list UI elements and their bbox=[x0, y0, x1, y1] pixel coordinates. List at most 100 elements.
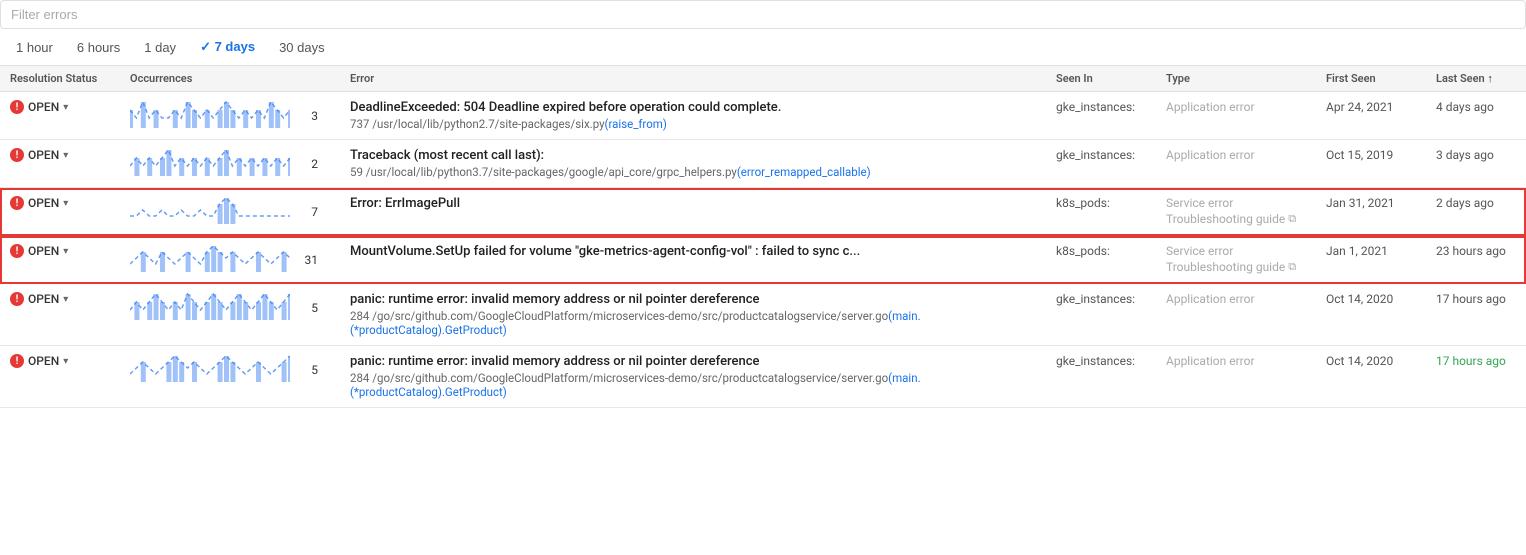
sparkline bbox=[130, 244, 290, 275]
error-title[interactable]: Error: ErrImagePull bbox=[350, 196, 1036, 211]
table-header-row: Resolution Status Occurrences Error Seen… bbox=[0, 66, 1526, 92]
type-cell: Application error bbox=[1156, 284, 1316, 346]
last-seen-value: 3 days ago bbox=[1436, 148, 1494, 162]
occurrence-count: 2 bbox=[298, 157, 318, 171]
chevron-down-icon[interactable]: ▾ bbox=[63, 356, 68, 367]
occurrence-count: 7 bbox=[298, 205, 318, 219]
header-first-seen: First Seen bbox=[1316, 66, 1426, 92]
header-last-seen[interactable]: Last Seen bbox=[1426, 66, 1526, 92]
first-seen-cell: Oct 15, 2019 bbox=[1316, 140, 1426, 188]
type-label: Application error bbox=[1166, 292, 1306, 306]
first-seen-cell: Oct 14, 2020 bbox=[1316, 284, 1426, 346]
chevron-down-icon[interactable]: ▾ bbox=[63, 246, 68, 257]
table-row[interactable]: ! OPEN ▾ 3 DeadlineExceeded: 504 Deadlin… bbox=[0, 92, 1526, 140]
status-cell: ! OPEN ▾ bbox=[0, 140, 120, 188]
status-cell: ! OPEN ▾ bbox=[0, 346, 120, 408]
error-title[interactable]: panic: runtime error: invalid memory add… bbox=[350, 292, 1036, 307]
time-1hour[interactable]: 1 hour bbox=[12, 38, 57, 57]
occurrences-cell: 7 bbox=[120, 188, 340, 236]
error-subtitle: 59 /usr/local/lib/python3.7/site-package… bbox=[350, 165, 1036, 179]
chevron-down-icon[interactable]: ▾ bbox=[63, 294, 68, 305]
time-7days[interactable]: 7 days bbox=[196, 37, 259, 57]
seen-in-value: gke_instances: bbox=[1056, 354, 1135, 368]
seen-in-cell: k8s_pods: bbox=[1046, 236, 1156, 284]
seen-in-cell: k8s_pods: bbox=[1046, 188, 1156, 236]
error-subtitle: 737 /usr/local/lib/python2.7/site-packag… bbox=[350, 117, 1036, 131]
sparkline bbox=[130, 100, 290, 131]
first-seen-value: Oct 14, 2020 bbox=[1326, 354, 1393, 368]
error-cell: panic: runtime error: invalid memory add… bbox=[340, 346, 1046, 408]
table-row[interactable]: ! OPEN ▾ 5 panic: runtime error: invalid… bbox=[0, 284, 1526, 346]
type-label: Service error bbox=[1166, 196, 1306, 210]
time-30days[interactable]: 30 days bbox=[275, 38, 329, 57]
error-subtitle: 284 /go/src/github.com/GoogleCloudPlatfo… bbox=[350, 371, 1036, 399]
seen-in-cell: gke_instances: bbox=[1046, 92, 1156, 140]
occurrences-cell: 3 bbox=[120, 92, 340, 140]
status-cell: ! OPEN ▾ bbox=[0, 188, 120, 236]
last-seen-cell: 3 days ago bbox=[1426, 140, 1526, 188]
error-icon: ! bbox=[10, 100, 24, 114]
type-label: Application error bbox=[1166, 354, 1306, 368]
error-cell: Error: ErrImagePull bbox=[340, 188, 1046, 236]
status-label: OPEN bbox=[28, 196, 59, 210]
occurrence-count: 5 bbox=[298, 363, 318, 377]
seen-in-value: gke_instances: bbox=[1056, 292, 1135, 306]
occurrences-cell: 5 bbox=[120, 284, 340, 346]
seen-in-cell: gke_instances: bbox=[1046, 140, 1156, 188]
type-label: Application error bbox=[1166, 100, 1306, 114]
last-seen-value: 17 hours ago bbox=[1436, 354, 1506, 368]
filter-bar bbox=[0, 0, 1526, 29]
error-title[interactable]: DeadlineExceeded: 504 Deadline expired b… bbox=[350, 100, 1036, 115]
error-cell: DeadlineExceeded: 504 Deadline expired b… bbox=[340, 92, 1046, 140]
last-seen-cell: 23 hours ago bbox=[1426, 236, 1526, 284]
first-seen-cell: Apr 24, 2021 bbox=[1316, 92, 1426, 140]
chevron-down-icon[interactable]: ▾ bbox=[63, 102, 68, 113]
first-seen-cell: Jan 31, 2021 bbox=[1316, 188, 1426, 236]
sparkline bbox=[130, 148, 290, 179]
occurrence-count: 5 bbox=[298, 301, 318, 315]
error-title[interactable]: MountVolume.SetUp failed for volume "gke… bbox=[350, 244, 1036, 259]
type-cell: Application error bbox=[1156, 140, 1316, 188]
error-title[interactable]: Traceback (most recent call last): bbox=[350, 148, 1036, 163]
last-seen-value: 4 days ago bbox=[1436, 100, 1494, 114]
error-highlight: (error_remapped_callable) bbox=[737, 165, 871, 179]
chevron-down-icon[interactable]: ▾ bbox=[63, 198, 68, 209]
seen-in-value: gke_instances: bbox=[1056, 148, 1135, 162]
table-row[interactable]: ! OPEN ▾ 5 panic: runtime error: invalid… bbox=[0, 346, 1526, 408]
external-link-icon: ⧉ bbox=[1288, 260, 1296, 274]
type-cell: Application error bbox=[1156, 346, 1316, 408]
occurrence-count: 3 bbox=[298, 109, 318, 123]
chevron-down-icon[interactable]: ▾ bbox=[63, 150, 68, 161]
seen-in-value: gke_instances: bbox=[1056, 100, 1135, 114]
table-row[interactable]: ! OPEN ▾ 31 MountVolume.SetUp failed for… bbox=[0, 236, 1526, 284]
header-error: Error bbox=[340, 66, 1046, 92]
last-seen-value: 2 days ago bbox=[1436, 196, 1494, 210]
time-6hours[interactable]: 6 hours bbox=[73, 38, 124, 57]
status-cell: ! OPEN ▾ bbox=[0, 236, 120, 284]
type-label: Application error bbox=[1166, 148, 1306, 162]
status-cell: ! OPEN ▾ bbox=[0, 284, 120, 346]
first-seen-value: Oct 14, 2020 bbox=[1326, 292, 1393, 306]
seen-in-cell: gke_instances: bbox=[1046, 284, 1156, 346]
last-seen-cell: 2 days ago bbox=[1426, 188, 1526, 236]
status-label: OPEN bbox=[28, 100, 59, 114]
table-row[interactable]: ! OPEN ▾ 7 Error: ErrImagePull k8s_pods: S… bbox=[0, 188, 1526, 236]
seen-in-cell: gke_instances: bbox=[1046, 346, 1156, 408]
first-seen-cell: Oct 14, 2020 bbox=[1316, 346, 1426, 408]
error-icon: ! bbox=[10, 244, 24, 258]
troubleshooting-guide-link[interactable]: Troubleshooting guide ⧉ bbox=[1166, 212, 1306, 226]
occurrence-count: 31 bbox=[298, 253, 318, 267]
table-row[interactable]: ! OPEN ▾ 2 Traceback (most recent call l… bbox=[0, 140, 1526, 188]
time-bar: 1 hour 6 hours 1 day 7 days 30 days bbox=[0, 29, 1526, 66]
error-icon: ! bbox=[10, 148, 24, 162]
last-seen-cell: 4 days ago bbox=[1426, 92, 1526, 140]
time-1day[interactable]: 1 day bbox=[140, 38, 180, 57]
status-label: OPEN bbox=[28, 148, 59, 162]
filter-input[interactable] bbox=[0, 0, 1526, 29]
first-seen-value: Oct 15, 2019 bbox=[1326, 148, 1393, 162]
status-label: OPEN bbox=[28, 292, 59, 306]
error-title[interactable]: panic: runtime error: invalid memory add… bbox=[350, 354, 1036, 369]
last-seen-value: 17 hours ago bbox=[1436, 292, 1506, 306]
troubleshooting-guide-link[interactable]: Troubleshooting guide ⧉ bbox=[1166, 260, 1306, 274]
error-icon: ! bbox=[10, 196, 24, 210]
